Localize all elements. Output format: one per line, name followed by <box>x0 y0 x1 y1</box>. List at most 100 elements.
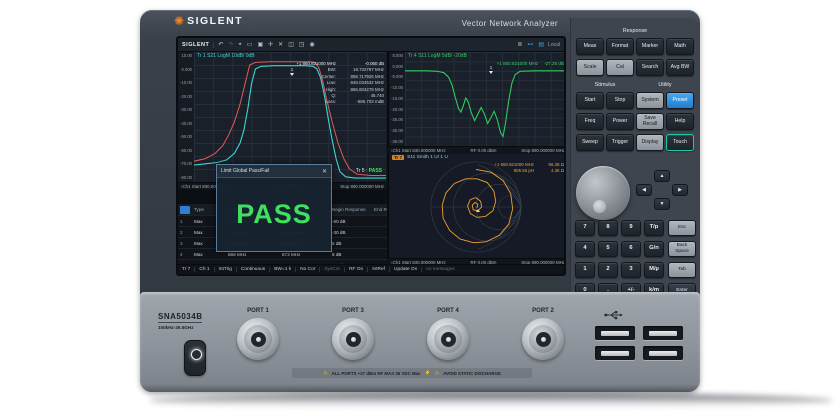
key-3[interactable]: 3 <box>621 262 641 278</box>
key-5[interactable]: 5 <box>598 241 618 257</box>
y-axis-label: -15.00 <box>389 97 404 101</box>
button-trigger[interactable]: Trigger <box>606 134 634 151</box>
front-panel-controls: Response MeasFormatMarkerMathScaleCalSea… <box>570 18 700 302</box>
key-tab[interactable]: Tab <box>668 262 696 278</box>
y-axis-label: 5.000 <box>389 54 404 58</box>
status-item: Tr 7 <box>182 267 190 272</box>
touch-cursor-icon[interactable]: ✛ <box>268 42 273 48</box>
button-math[interactable]: Math <box>666 38 694 55</box>
button-save-recall[interactable]: Save Recall <box>636 113 664 130</box>
button-sweep[interactable]: Sweep <box>576 134 604 151</box>
undo-icon[interactable]: ↶ <box>218 42 223 48</box>
port-label: PORT 2 <box>532 308 554 314</box>
redo-icon[interactable]: ↷ <box>228 42 233 48</box>
warning-strip: ⚠ ALL PORTS +27 dBm RF MAX 35 VDC Max ⚡ … <box>292 368 532 378</box>
marker-pointer-icon <box>489 71 493 74</box>
status-item: IntTrig <box>214 267 232 272</box>
table-shadow <box>150 393 832 408</box>
key-t-p[interactable]: T/p <box>644 220 664 236</box>
task-list-icon[interactable]: ≣ <box>517 42 522 48</box>
button-format[interactable]: Format <box>606 38 634 55</box>
y-axis-label: -50.00 <box>178 135 193 139</box>
touch-off-icon[interactable]: ✕ <box>278 42 283 48</box>
marker-peak-icon[interactable]: ⌖ <box>238 42 241 48</box>
usb-device-icon[interactable]: ⊷ <box>527 42 533 48</box>
save-icon[interactable]: ◫ <box>288 42 294 48</box>
plot-tr7-smith: Tr 7 S11 Smith 1 U/ 1 U <box>388 154 566 258</box>
key-6[interactable]: 6 <box>621 241 641 257</box>
screen-menu-button[interactable]: SIGLENT <box>182 42 214 48</box>
button-touch[interactable]: Touch <box>666 134 694 151</box>
button-system[interactable]: System <box>636 92 664 109</box>
lan-icon[interactable]: ▤ <box>538 42 544 48</box>
arrow-down-key[interactable]: ▼ <box>654 198 670 210</box>
siglent-logo: ✺ SIGLENT <box>174 15 243 27</box>
usb-port-tongue <box>649 351 677 356</box>
screenshot-icon[interactable]: ◉ <box>310 42 315 48</box>
dialog-title-bar[interactable]: Limit Global Pass/Fail ✕ <box>217 165 331 178</box>
button-preset[interactable]: Preset <box>666 92 694 109</box>
arrow-left-key[interactable]: ◀ <box>636 184 652 196</box>
port-label: PORT 3 <box>342 308 364 314</box>
button-meas[interactable]: Meas <box>576 38 604 55</box>
button-help[interactable]: Help <box>666 113 694 130</box>
button-power[interactable]: Power <box>606 113 634 130</box>
usb-trident-icon <box>603 310 623 320</box>
port-label: PORT 1 <box>247 308 269 314</box>
touchscreen-display[interactable]: SIGLENT ↶↷⌖▭▣✛✕◫◳◉ ≣⊷▤ Local 10.000.000-… <box>176 36 566 276</box>
key-m-[interactable]: M/µ <box>644 262 664 278</box>
button-display[interactable]: Display <box>636 134 664 151</box>
plot2-start-freq: ›Ch1 Start 830.000000 MHz <box>391 148 446 153</box>
button-cal[interactable]: Cal <box>606 59 634 76</box>
model-label: SNA5034B 100kHz-26.5GHz <box>158 312 202 330</box>
key-esc[interactable]: Esc <box>668 220 696 236</box>
window-layout-icon[interactable]: ▣ <box>257 42 263 48</box>
key-7[interactable]: 7 <box>575 220 595 236</box>
key-4[interactable]: 4 <box>575 241 595 257</box>
window-maximize-icon[interactable]: ▭ <box>247 42 253 48</box>
key-9[interactable]: 9 <box>621 220 641 236</box>
arrow-up-key[interactable]: ▲ <box>654 170 670 182</box>
product-photo-stage: ✺ SIGLENT Vector Network Analyzer SIGLEN… <box>0 0 840 420</box>
status-item: IntRef <box>367 267 385 272</box>
print-icon[interactable]: ◳ <box>299 42 305 48</box>
plot2-traces <box>405 52 566 146</box>
button-start[interactable]: Start <box>576 92 604 109</box>
arrow-pad: ▲◀ ▶▼ <box>636 170 688 211</box>
y-axis-label: -35.00 <box>389 140 404 144</box>
warning-triangle-icon: ⚠ <box>435 370 439 376</box>
marker-1-badge: 1 <box>489 66 493 74</box>
button-stop[interactable]: Stop <box>606 92 634 109</box>
key-1[interactable]: 1 <box>575 262 595 278</box>
rf-max-warning: ALL PORTS +27 dBm RF MAX 35 VDC Max <box>332 371 421 376</box>
usb-port <box>643 346 683 360</box>
button-avg-bw[interactable]: Avg BW <box>666 59 694 76</box>
key-2[interactable]: 2 <box>598 262 618 278</box>
arrow-right-key[interactable]: ▶ <box>672 184 688 196</box>
usb-zone <box>595 310 690 374</box>
power-button[interactable] <box>184 340 206 376</box>
button-marker[interactable]: Marker <box>636 38 664 55</box>
rotary-knob[interactable] <box>576 166 630 220</box>
button-search[interactable]: Search <box>636 59 664 76</box>
group-label-utility: Utility <box>636 82 694 88</box>
plot2-grid <box>405 52 566 146</box>
stimulus-utility-button-grid: StartStopSystemPreset FreqPowerSave Recal… <box>576 92 694 151</box>
key-back-space[interactable]: Back Space <box>668 241 696 257</box>
key-g-n[interactable]: G/n <box>644 241 664 257</box>
usb-port-tongue <box>601 331 629 336</box>
plot2-trace-title: Tr 4 S11 LogM 5dB/ -20dB <box>408 53 467 59</box>
button-freq[interactable]: Freq <box>576 113 604 130</box>
status-item: SysCor <box>319 267 340 272</box>
trace5-pass-status: Tr 5 : PASS <box>356 168 382 174</box>
status-item: No Cor <box>295 267 315 272</box>
dialog-close-icon[interactable]: ✕ <box>322 168 327 175</box>
warning-triangle-icon: ⚠ <box>323 370 327 376</box>
y-axis-label: -20.00 <box>178 95 193 99</box>
y-axis-label: -25.00 <box>389 118 404 122</box>
y-axis-label: 10.00 <box>178 54 193 58</box>
button-scale[interactable]: Scale <box>576 59 604 76</box>
key-8[interactable]: 8 <box>598 220 618 236</box>
pass-result-text: PASS <box>236 199 312 230</box>
group-label-stimulus: Stimulus <box>576 82 634 88</box>
